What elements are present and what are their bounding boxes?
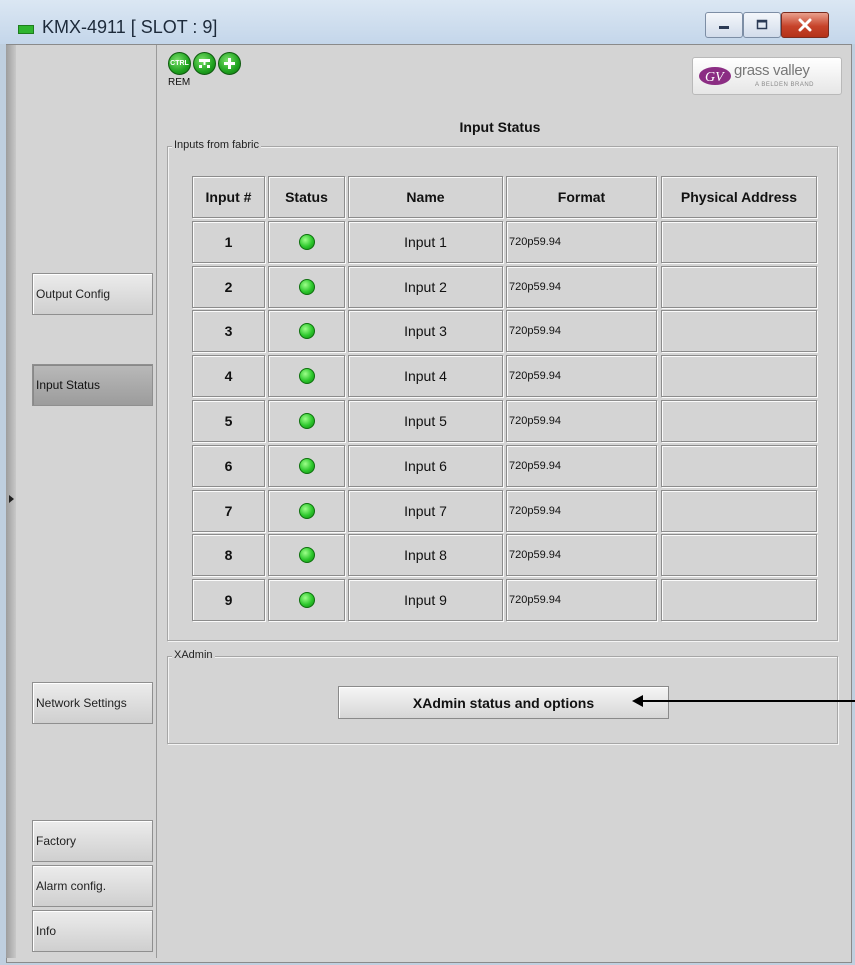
input-number-cell: 6: [192, 445, 265, 487]
status-cell: [268, 579, 345, 621]
input-number-cell: 8: [192, 534, 265, 576]
format-cell: 720p59.94: [506, 490, 657, 532]
xadmin-group-label: XAdmin: [172, 649, 215, 661]
status-cell: [268, 490, 345, 532]
input-number-cell: 1: [192, 221, 265, 263]
status-led-icon: [298, 547, 315, 563]
window-icon: [18, 25, 34, 34]
physical-address-cell[interactable]: [661, 266, 817, 308]
minimize-icon: [719, 26, 729, 29]
callout-arrow-icon: [632, 695, 643, 707]
column-header-input-number: Input #: [192, 176, 265, 218]
input-number-cell: 4: [192, 355, 265, 397]
svg-text:GV: GV: [705, 70, 725, 85]
physical-address-cell[interactable]: [661, 310, 817, 352]
format-cell: 720p59.94: [506, 355, 657, 397]
window-title: KMX-4911 [ SLOT : 9]: [42, 17, 218, 37]
format-cell: 720p59.94: [506, 400, 657, 442]
page-title: Input Status: [459, 119, 541, 135]
status-led-icon: [298, 592, 315, 608]
input-number-cell: 3: [192, 310, 265, 352]
format-cell: 720p59.94: [506, 534, 657, 576]
minimize-button[interactable]: [705, 12, 743, 38]
ctrl-label: CTRL: [170, 60, 189, 67]
physical-address-cell[interactable]: [661, 400, 817, 442]
status-led-icon: [298, 458, 315, 474]
format-cell: 720p59.94: [506, 445, 657, 487]
fabric-group-label: Inputs from fabric: [172, 139, 261, 151]
status-cell: [268, 221, 345, 263]
logo-subtext: A BELDEN BRAND: [755, 82, 815, 88]
sidebar-item-factory[interactable]: Factory: [32, 820, 153, 862]
input-name-cell: Input 7: [348, 490, 503, 532]
maximize-button[interactable]: [743, 12, 781, 38]
ctrl-icon[interactable]: CTRL: [168, 52, 191, 75]
format-cell: 720p59.94: [506, 579, 657, 621]
format-cell: 720p59.94: [506, 266, 657, 308]
physical-address-cell[interactable]: [661, 534, 817, 576]
input-name-cell: Input 9: [348, 579, 503, 621]
logo-text: grass valley: [734, 62, 810, 79]
status-led-icon: [298, 323, 315, 339]
column-header-status: Status: [268, 176, 345, 218]
sidebar-item-alarm-config[interactable]: Alarm config.: [32, 865, 153, 907]
input-name-cell: Input 8: [348, 534, 503, 576]
sidebar-item-network-settings[interactable]: Network Settings: [32, 682, 153, 724]
status-cell: [268, 310, 345, 352]
title-bar[interactable]: KMX-4911 [ SLOT : 9]: [0, 0, 855, 44]
physical-address-cell[interactable]: [661, 490, 817, 532]
physical-address-cell[interactable]: [661, 221, 817, 263]
input-name-cell: Input 4: [348, 355, 503, 397]
status-led-icon: [298, 279, 315, 295]
maximize-icon: [756, 19, 768, 30]
status-led-icon: [298, 368, 315, 384]
sidebar-item-info[interactable]: Info: [32, 910, 153, 952]
sidebar-item-output-config[interactable]: Output Config: [32, 273, 153, 315]
input-number-cell: 7: [192, 490, 265, 532]
input-name-cell: Input 6: [348, 445, 503, 487]
physical-address-cell[interactable]: [661, 445, 817, 487]
add-icon[interactable]: [218, 52, 241, 75]
close-button[interactable]: [781, 12, 829, 38]
status-cell: [268, 400, 345, 442]
status-cell: [268, 445, 345, 487]
input-number-cell: 5: [192, 400, 265, 442]
column-header-physical-address: Physical Address: [661, 176, 817, 218]
format-cell: 720p59.94: [506, 221, 657, 263]
network-glyph-icon: [199, 59, 210, 68]
network-icon[interactable]: [193, 52, 216, 75]
rem-label: REM: [168, 77, 191, 88]
xadmin-status-button[interactable]: XAdmin status and options: [338, 686, 669, 719]
close-icon: [798, 18, 812, 32]
physical-address-cell[interactable]: [661, 579, 817, 621]
sidebar-item-input-status[interactable]: Input Status: [32, 364, 153, 406]
plus-icon: [224, 58, 235, 69]
input-number-cell: 2: [192, 266, 265, 308]
column-header-format: Format: [506, 176, 657, 218]
expand-arrow-icon[interactable]: [9, 495, 14, 503]
column-header-name: Name: [348, 176, 503, 218]
status-cell: [268, 355, 345, 397]
status-cell: [268, 266, 345, 308]
format-cell: 720p59.94: [506, 310, 657, 352]
app-window: KMX-4911 [ SLOT : 9] Output Config Input…: [0, 0, 855, 965]
status-led-icon: [298, 234, 315, 250]
status-led-icon: [298, 503, 315, 519]
status-cell: [268, 534, 345, 576]
gv-logo-icon: GV: [699, 67, 731, 85]
input-name-cell: Input 1: [348, 221, 503, 263]
status-led-icon: [298, 413, 315, 429]
callout-arrow-line: [642, 700, 855, 702]
input-name-cell: Input 2: [348, 266, 503, 308]
input-name-cell: Input 3: [348, 310, 503, 352]
input-name-cell: Input 5: [348, 400, 503, 442]
physical-address-cell[interactable]: [661, 355, 817, 397]
input-number-cell: 9: [192, 579, 265, 621]
